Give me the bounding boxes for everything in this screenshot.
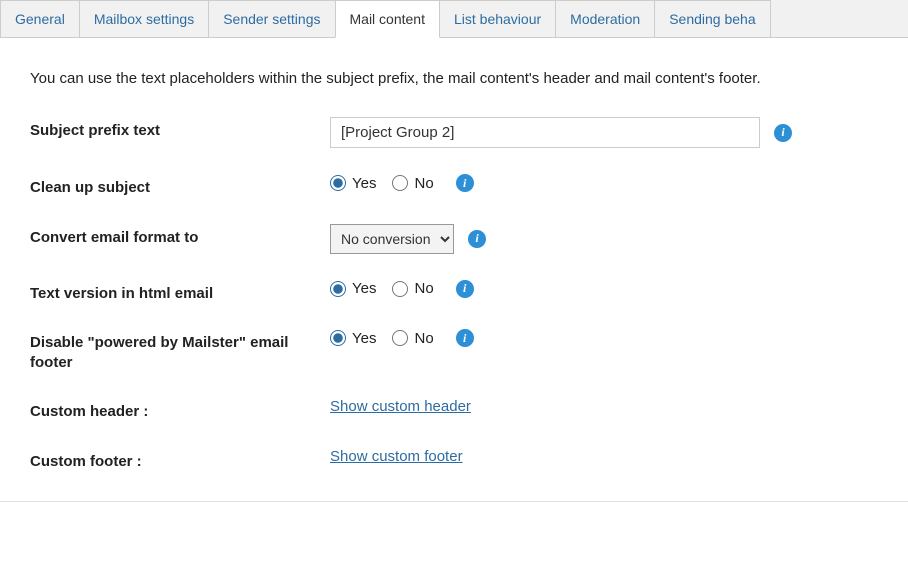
info-icon[interactable]: i (774, 124, 792, 142)
row-custom-footer: Custom footer : Show custom footer (30, 448, 878, 472)
label-convert-format: Convert email format to (30, 224, 330, 248)
radio-textversion-no[interactable] (392, 281, 408, 297)
row-custom-header: Custom header : Show custom header (30, 398, 878, 422)
radio-cleanup-yes[interactable] (330, 175, 346, 191)
radio-label-no: No (414, 330, 433, 347)
link-show-custom-header[interactable]: Show custom header (330, 398, 471, 415)
info-icon[interactable]: i (456, 280, 474, 298)
label-text-version: Text version in html email (30, 280, 330, 304)
tab-list-behaviour[interactable]: List behaviour (439, 0, 556, 37)
label-custom-header: Custom header : (30, 398, 330, 422)
radio-textversion-yes[interactable] (330, 281, 346, 297)
info-icon[interactable]: i (456, 329, 474, 347)
radio-label-yes: Yes (352, 280, 376, 297)
tab-sender-settings[interactable]: Sender settings (208, 0, 335, 37)
radio-label-yes: Yes (352, 330, 376, 347)
radio-cleanup-no[interactable] (392, 175, 408, 191)
radio-label-yes: Yes (352, 175, 376, 192)
tabs-bar: General Mailbox settings Sender settings… (0, 0, 908, 38)
input-subject-prefix[interactable] (330, 117, 760, 148)
tab-moderation[interactable]: Moderation (555, 0, 655, 37)
content-panel: You can use the text placeholders within… (0, 38, 908, 502)
intro-text: You can use the text placeholders within… (30, 68, 878, 89)
radio-label-no: No (414, 175, 433, 192)
info-icon[interactable]: i (468, 230, 486, 248)
label-clean-up-subject: Clean up subject (30, 174, 330, 198)
radio-label-no: No (414, 280, 433, 297)
link-show-custom-footer[interactable]: Show custom footer (330, 448, 463, 465)
info-icon[interactable]: i (456, 174, 474, 192)
label-custom-footer: Custom footer : (30, 448, 330, 472)
radio-disablefooter-yes[interactable] (330, 330, 346, 346)
label-disable-footer: Disable "powered by Mailster" email foot… (30, 329, 330, 372)
row-clean-up-subject: Clean up subject Yes No i (30, 174, 878, 198)
tab-mail-content[interactable]: Mail content (335, 0, 440, 38)
row-disable-footer: Disable "powered by Mailster" email foot… (30, 329, 878, 372)
radio-disablefooter-no[interactable] (392, 330, 408, 346)
tab-general[interactable]: General (0, 0, 80, 37)
tab-mailbox-settings[interactable]: Mailbox settings (79, 0, 209, 37)
select-convert-format[interactable]: No conversion (330, 224, 454, 254)
tab-sending-behaviour[interactable]: Sending beha (654, 0, 770, 37)
row-subject-prefix: Subject prefix text i (30, 117, 878, 148)
label-subject-prefix: Subject prefix text (30, 117, 330, 141)
row-convert-format: Convert email format to No conversion i (30, 224, 878, 254)
row-text-version: Text version in html email Yes No i (30, 280, 878, 304)
